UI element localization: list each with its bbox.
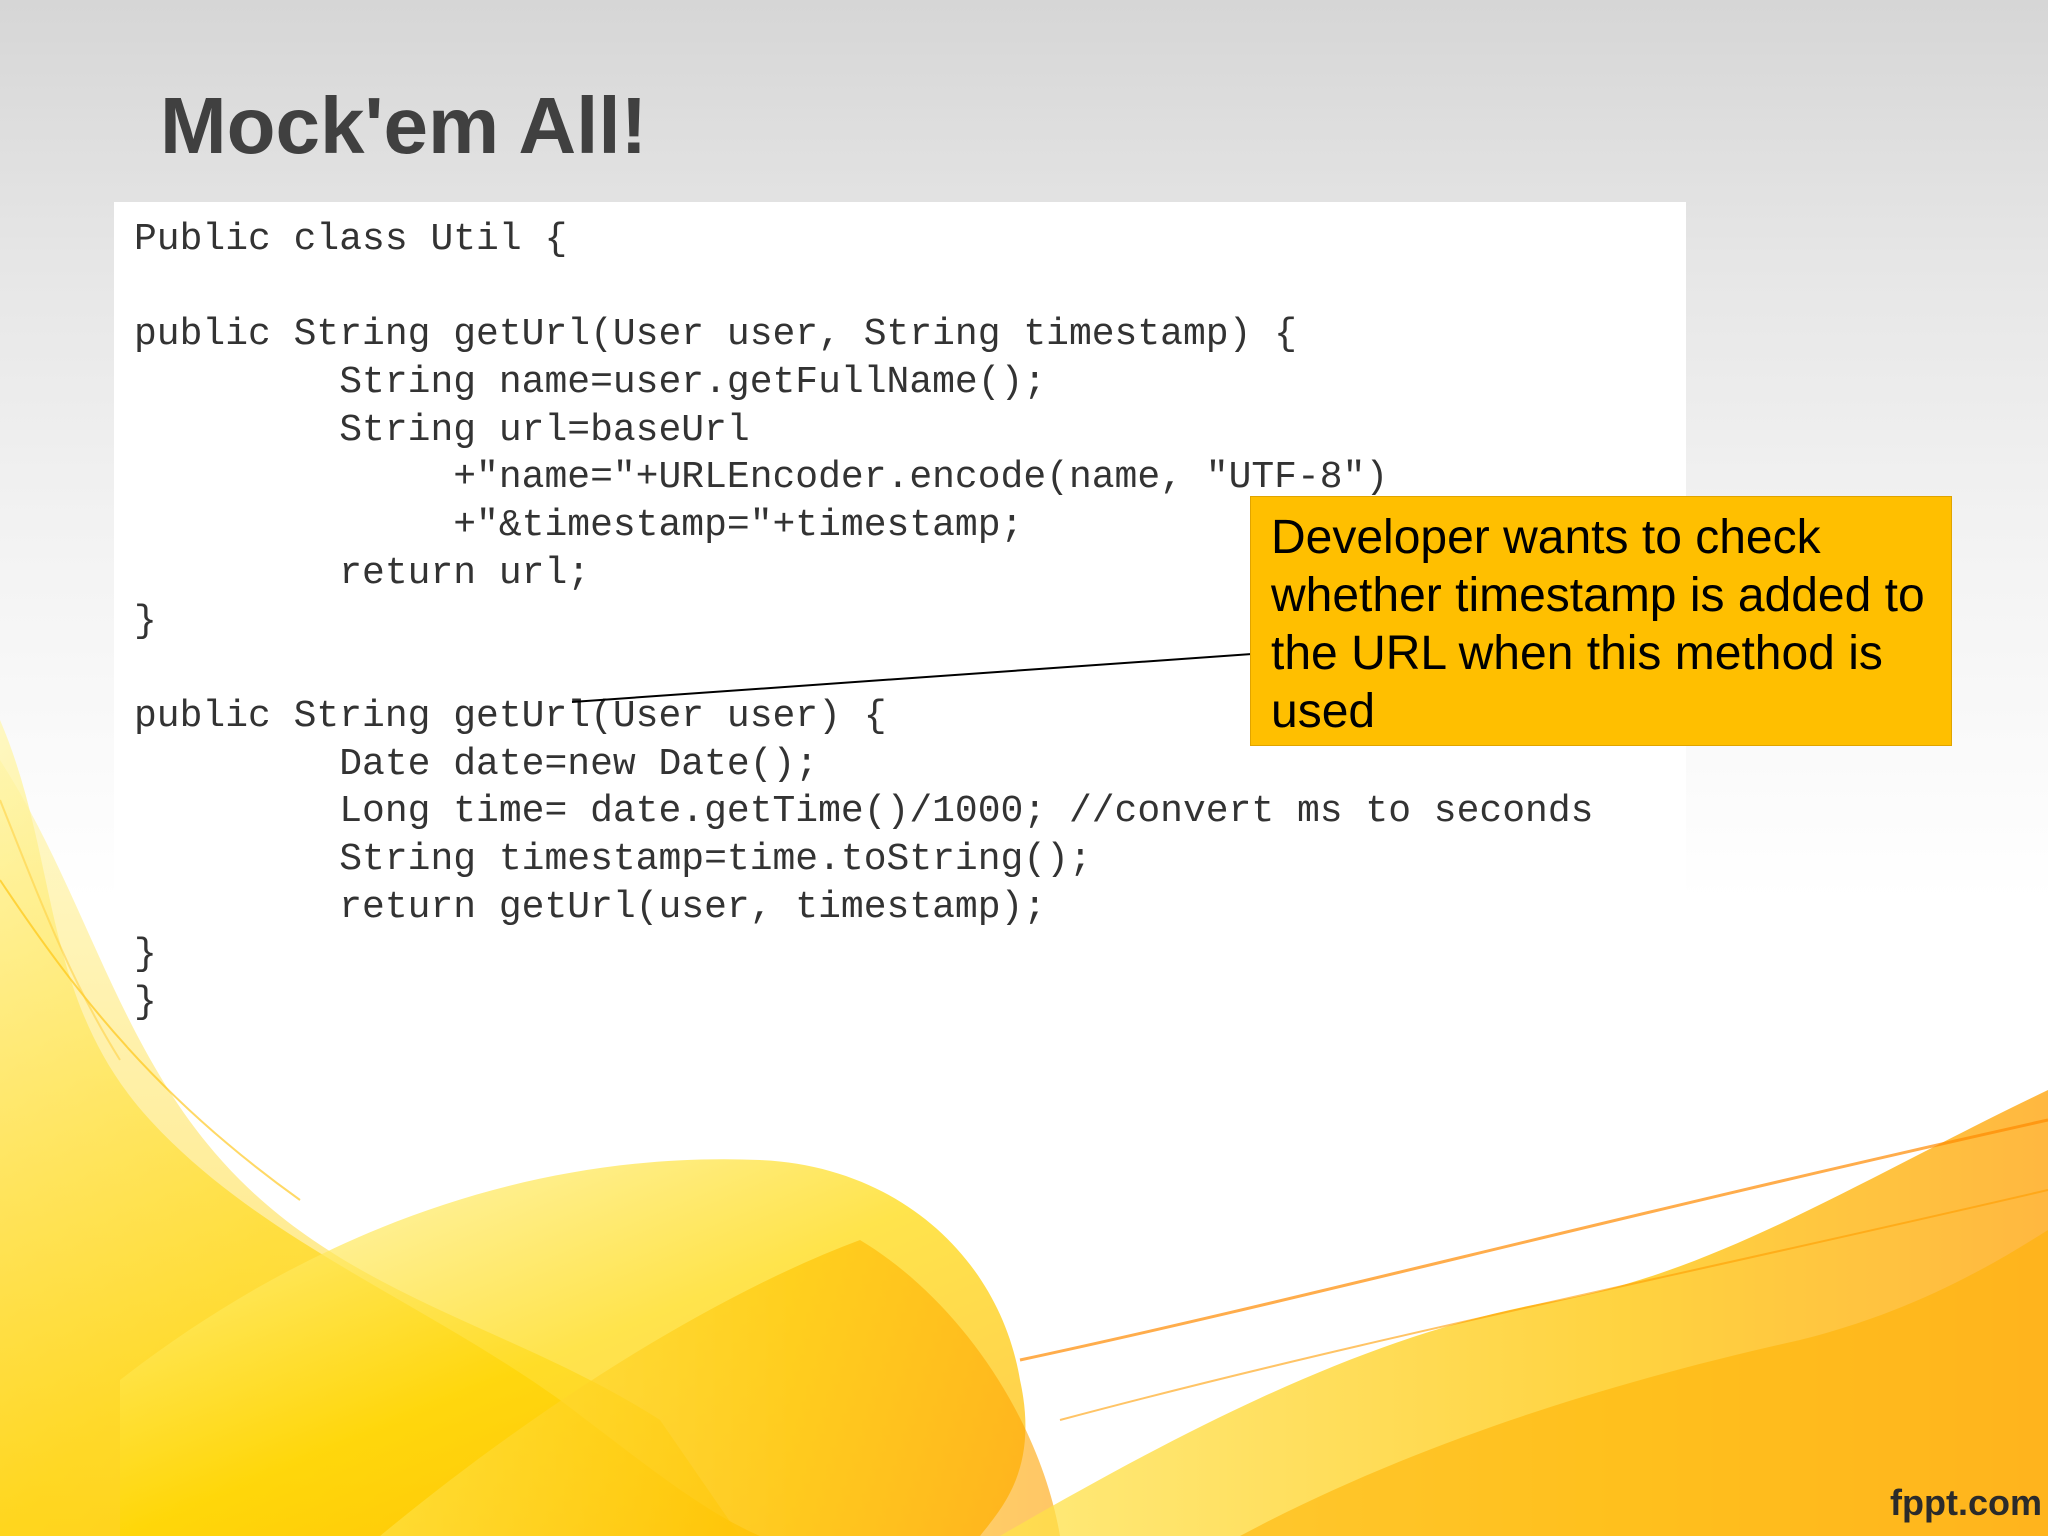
- code-line: public String getUrl(User user, String t…: [134, 313, 1297, 357]
- brand-logo: fppt.com: [1890, 1482, 2042, 1523]
- code-line: String url=baseUrl: [134, 408, 750, 452]
- code-line: +"name="+URLEncoder.encode(name, "UTF-8"…: [134, 456, 1389, 500]
- code-line: String name=user.getFullName();: [134, 361, 1047, 405]
- callout-box: Developer wants to check whether timesta…: [1250, 496, 1952, 746]
- slide: Mock'em All! Public class Util { public …: [0, 0, 2048, 1536]
- code-line: Date date=new Date();: [134, 742, 819, 786]
- code-line: Long time= date.getTime()/1000; //conver…: [134, 790, 1594, 834]
- code-line: String timestamp=time.toString();: [134, 837, 1092, 881]
- code-line: return getUrl(user, timestamp);: [134, 885, 1047, 929]
- code-line: Public class Util {: [134, 218, 568, 261]
- code-line: }: [134, 933, 157, 977]
- code-line: }: [134, 981, 157, 1024]
- slide-title: Mock'em All!: [160, 81, 648, 170]
